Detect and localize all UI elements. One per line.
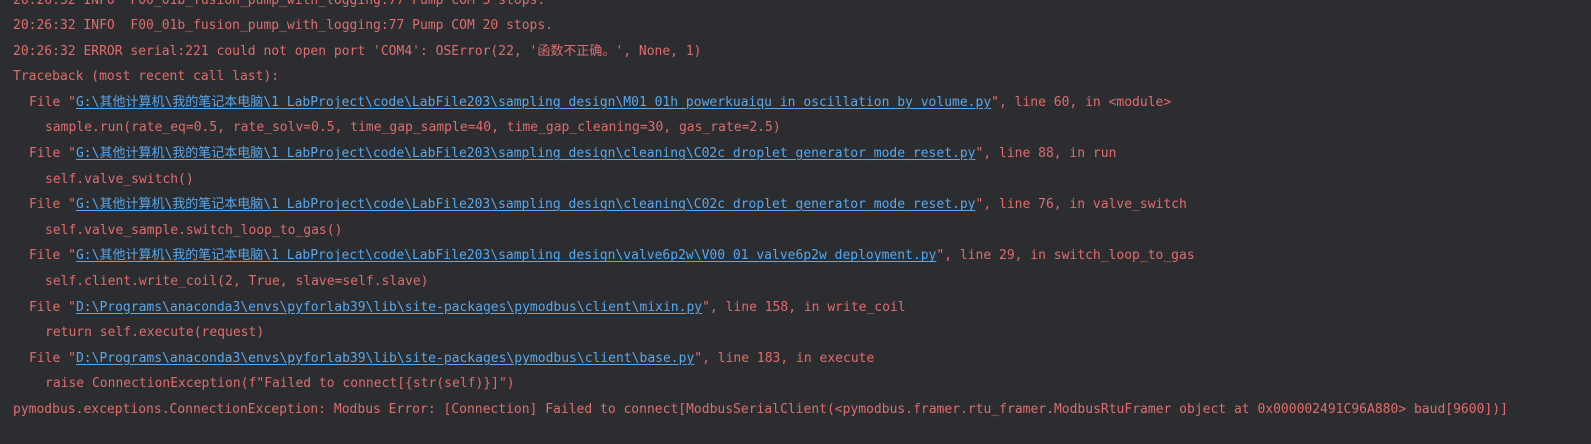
traceback-frame-location: File "G:\其他计算机\我的笔记本电脑\1_LabProject\code… [13, 192, 1591, 218]
frame-suffix: ", line 60, in <module> [991, 94, 1172, 110]
frame-suffix: ", line 88, in run [975, 146, 1117, 162]
traceback-frame-location: File "G:\其他计算机\我的笔记本电脑\1_LabProject\code… [13, 90, 1591, 116]
traceback-frame-code: self.valve_switch() [45, 171, 194, 187]
traceback-frame-code: sample.run(rate_eq=0.5, rate_solv=0.5, t… [45, 120, 781, 136]
frame-prefix: File " [29, 94, 76, 110]
frame-prefix: File " [29, 146, 76, 162]
frame-prefix: File " [29, 248, 76, 264]
frame-prefix: File " [29, 197, 76, 213]
frame-suffix: ", line 183, in execute [694, 350, 875, 366]
file-path-link[interactable]: G:\其他计算机\我的笔记本电脑\1_LabProject\code\LabFi… [76, 95, 991, 110]
file-path-link[interactable]: D:\Programs\anaconda3\envs\pyforlab39\li… [76, 300, 702, 315]
frame-suffix: ", line 29, in switch_loop_to_gas [936, 248, 1195, 264]
traceback-frame-code: raise ConnectionException(f"Failed to co… [45, 376, 515, 392]
frame-prefix: File " [29, 299, 76, 315]
traceback-frame-location: File "G:\其他计算机\我的笔记本电脑\1_LabProject\code… [13, 243, 1591, 269]
traceback-frame-code: self.valve_sample.switch_loop_to_gas() [45, 222, 343, 238]
frame-suffix: ", line 158, in write_coil [702, 299, 906, 315]
log-line: 20:26:32 INFO F00_01b_fusion_pump_with_l… [13, 18, 554, 34]
traceback-header: Traceback (most recent call last): [13, 69, 280, 85]
file-path-link[interactable]: G:\其他计算机\我的笔记本电脑\1_LabProject\code\LabFi… [76, 248, 936, 263]
file-path-link[interactable]: G:\其他计算机\我的笔记本电脑\1_LabProject\code\LabFi… [76, 146, 976, 161]
console-output: 20:26:32 INFO F00_01b_fusion_pump_with_l… [13, 0, 1591, 423]
traceback-frame-location: File "G:\其他计算机\我的笔记本电脑\1_LabProject\code… [13, 141, 1591, 167]
file-path-link[interactable]: D:\Programs\anaconda3\envs\pyforlab39\li… [76, 351, 694, 366]
frame-suffix: ", line 76, in valve_switch [975, 197, 1187, 213]
log-line: 20:26:32 ERROR serial:221 could not open… [13, 43, 702, 59]
exception-message: pymodbus.exceptions.ConnectionException:… [13, 402, 1508, 417]
traceback-frame-location: File "D:\Programs\anaconda3\envs\pyforla… [13, 295, 1591, 321]
traceback-frame-code: self.client.write_coil(2, True, slave=se… [45, 274, 429, 290]
traceback-frame-location: File "D:\Programs\anaconda3\envs\pyforla… [13, 346, 1591, 372]
frame-prefix: File " [29, 350, 76, 366]
file-path-link[interactable]: G:\其他计算机\我的笔记本电脑\1_LabProject\code\LabFi… [76, 197, 976, 212]
traceback-frame-code: return self.execute(request) [45, 325, 265, 341]
log-line: 20:26:32 INFO F00_01b_fusion_pump_with_l… [13, 0, 546, 8]
